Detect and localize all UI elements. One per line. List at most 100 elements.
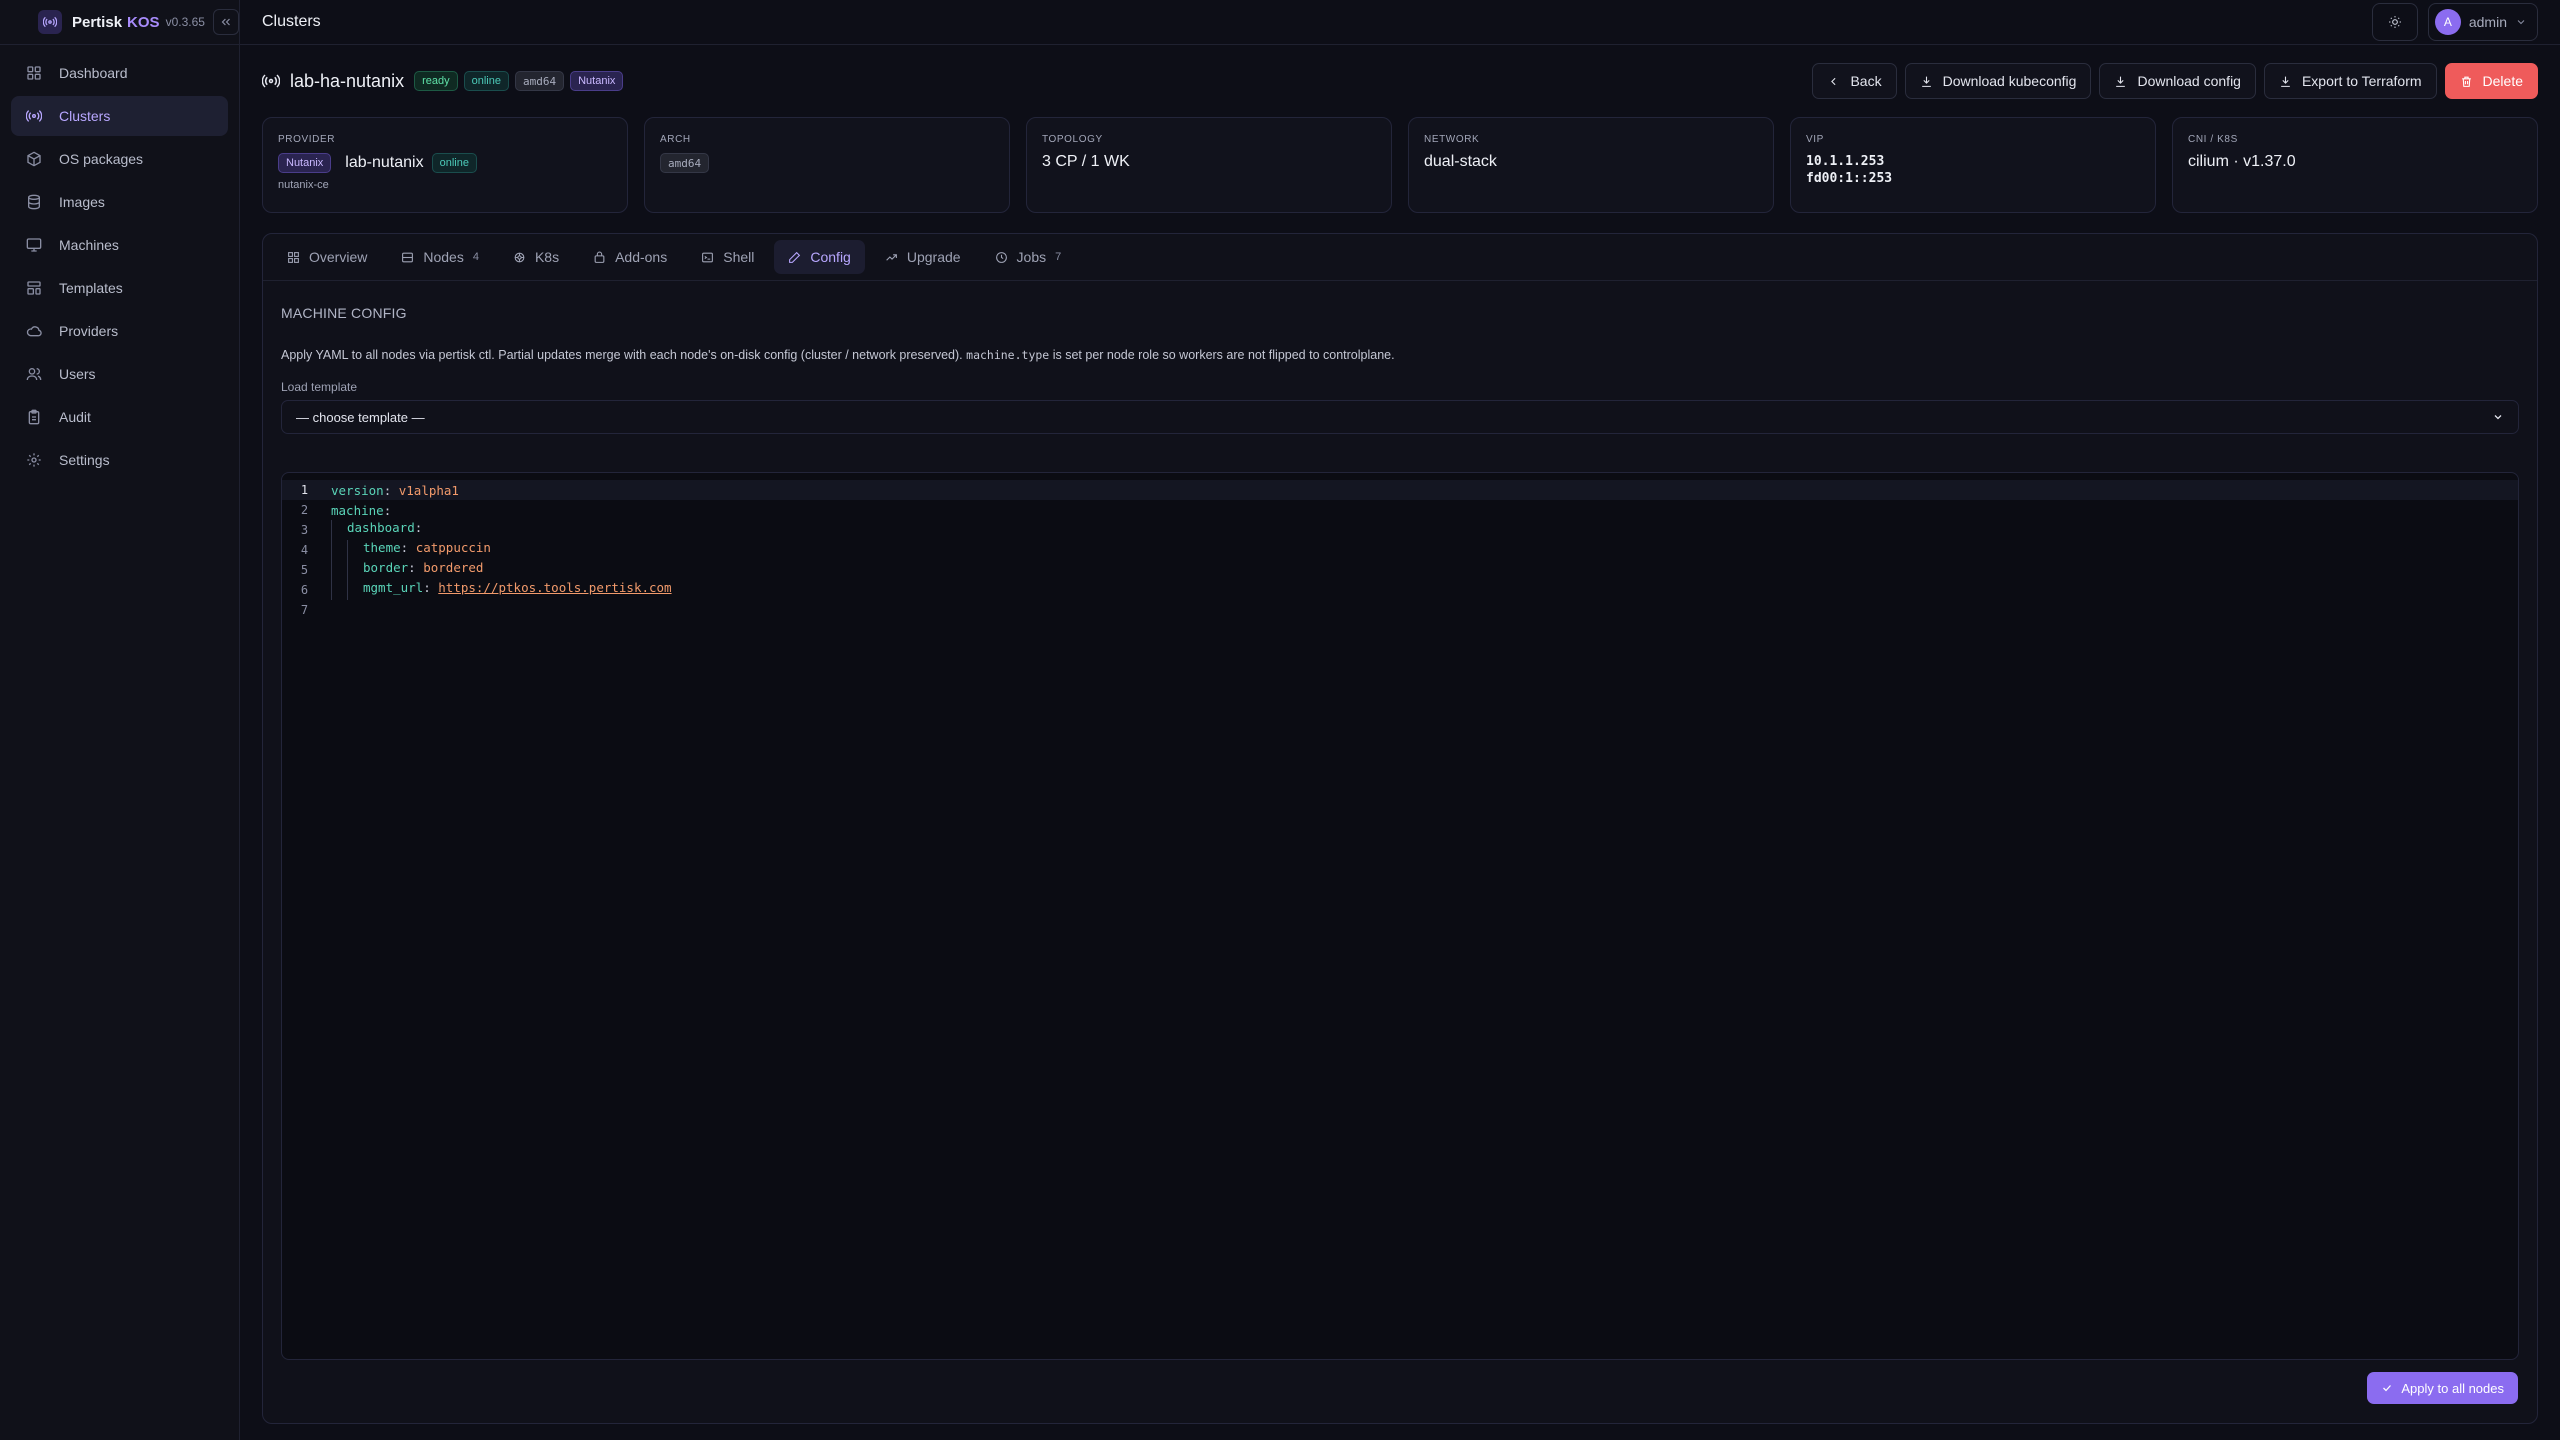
provider-sub: nutanix-ce: [278, 179, 329, 191]
database-icon: [25, 193, 43, 211]
tab-jobs[interactable]: Jobs 7: [981, 240, 1076, 274]
sidebar-item-dashboard[interactable]: Dashboard: [11, 53, 228, 93]
tab-label: Upgrade: [906, 249, 961, 265]
arch-card: ARCH amd64: [644, 117, 1010, 213]
back-label: Back: [1850, 73, 1882, 89]
topology-card: TOPOLOGY 3 CP / 1 WK: [1026, 117, 1392, 213]
yaml-key: dashboard: [347, 520, 415, 535]
sidebar-item-label: Dashboard: [59, 65, 128, 81]
sidebar-item-machines[interactable]: Machines: [11, 225, 228, 265]
download-config-button[interactable]: Download config: [2099, 63, 2256, 99]
cluster-header: lab-ha-nutanix ready online amd64 Nutani…: [262, 45, 2538, 117]
download-icon: [2281, 76, 2290, 87]
provider-label: PROVIDER: [278, 134, 336, 145]
clock-icon: [995, 251, 1007, 263]
config-description: Apply YAML to all nodes via pertisk ctl.…: [281, 348, 2519, 362]
server-icon: [402, 252, 414, 262]
line-number: 1: [300, 483, 309, 497]
collapse-sidebar-button[interactable]: [212, 9, 239, 35]
code-line: 1 version: v1alpha1: [282, 480, 2518, 500]
cni-label: CNI / K8S: [2188, 134, 2238, 145]
tab-label: Add-ons: [615, 249, 668, 265]
package-icon: [25, 150, 43, 168]
template-icon: [25, 279, 43, 297]
user-menu-button[interactable]: A admin: [2427, 3, 2538, 41]
line-number: 6: [300, 583, 309, 597]
template-select-value: — choose template —: [296, 409, 425, 425]
export-terraform-button[interactable]: Export to Terraform: [2263, 63, 2437, 99]
logo-icon: [38, 10, 62, 34]
vip-ipv6: fd00:1::253: [1806, 171, 1893, 186]
sidebar-item-settings[interactable]: Settings: [11, 440, 228, 480]
tab-add-ons[interactable]: Add-ons: [579, 240, 681, 274]
code-line: 4 theme: catppuccin: [282, 540, 2518, 560]
trend-icon: [886, 253, 897, 261]
cluster-actions: Back Download kubeconfig Download config…: [1812, 63, 2538, 99]
template-select[interactable]: — choose template —: [281, 400, 2519, 434]
terminal-icon: [702, 252, 714, 262]
download-icon: [2116, 76, 2126, 87]
arch-value: amd64: [660, 153, 710, 173]
cluster-name: lab-ha-nutanix: [290, 70, 405, 91]
sidebar-item-users[interactable]: Users: [11, 354, 228, 394]
cloud-icon: [25, 322, 43, 340]
sidebar-item-clusters[interactable]: Clusters: [11, 96, 228, 136]
desc-code: machine.type: [966, 348, 1050, 362]
cni-value: cilium · v1.37.0: [2188, 153, 2296, 170]
yaml-value: v1alpha1: [398, 482, 459, 498]
tab-shell[interactable]: Shell: [687, 240, 768, 274]
delete-label: Delete: [2482, 73, 2523, 89]
vip-ipv4: 10.1.1.253: [1806, 154, 1885, 169]
tab-k8s[interactable]: K8s: [499, 240, 573, 274]
avatar: A: [2434, 9, 2461, 35]
cluster-info-cards: PROVIDER Nutanix lab-nutanix online nuta…: [262, 117, 2538, 213]
grid-icon: [288, 251, 299, 263]
sidebar-item-os-packages[interactable]: OS packages: [11, 139, 228, 179]
sidebar-item-templates[interactable]: Templates: [11, 268, 228, 308]
download-kubeconfig-label: Download kubeconfig: [1942, 73, 2077, 89]
sidebar-item-providers[interactable]: Providers: [11, 311, 228, 351]
yaml-key: machine: [331, 502, 384, 518]
tab-count: 7: [1055, 251, 1062, 263]
sidebar-item-label: Templates: [59, 280, 123, 296]
line-number: 2: [300, 503, 309, 517]
back-button[interactable]: Back: [1812, 63, 1897, 99]
tab-config[interactable]: Config: [774, 240, 865, 274]
chevron-left-icon: [1831, 77, 1836, 85]
tab-label: K8s: [534, 249, 560, 265]
network-card: NETWORK dual-stack: [1408, 117, 1774, 213]
user-name: admin: [2468, 14, 2507, 30]
status-badge: ready: [414, 71, 458, 91]
app-version: v0.3.65: [165, 15, 205, 29]
tab-overview[interactable]: Overview: [273, 240, 381, 274]
network-label: NETWORK: [1424, 134, 1480, 145]
theme-toggle-button[interactable]: [2371, 3, 2418, 41]
gear-icon: [25, 451, 43, 469]
download-kubeconfig-button[interactable]: Download kubeconfig: [1904, 63, 2092, 99]
sidebar-item-label: Users: [59, 366, 96, 382]
provider-type-badge: Nutanix: [278, 153, 332, 173]
template-label: Load template: [281, 380, 358, 394]
chevron-down-icon: [2494, 415, 2502, 420]
delete-button[interactable]: Delete: [2444, 63, 2538, 99]
yaml-url-value[interactable]: https://ptkos.tools.pertisk.com: [438, 580, 671, 600]
cni-card: CNI / K8S cilium · v1.37.0: [2172, 117, 2538, 213]
tab-label: Overview: [309, 249, 368, 265]
apply-to-all-nodes-button[interactable]: Apply to all nodes: [2367, 1372, 2518, 1404]
sidebar-item-images[interactable]: Images: [11, 182, 228, 222]
code-line: 5 border: bordered: [282, 560, 2518, 580]
sidebar-item-label: Settings: [59, 452, 110, 468]
cluster-icon: [25, 107, 43, 125]
section-title: MACHINE CONFIG: [281, 305, 407, 321]
yaml-value: bordered: [423, 560, 484, 575]
tab-upgrade[interactable]: Upgrade: [871, 240, 975, 274]
code-line: 2 machine:: [282, 500, 2518, 520]
chevron-down-icon: [2517, 20, 2525, 25]
line-number: 4: [300, 543, 309, 557]
sidebar-item-audit[interactable]: Audit: [11, 397, 228, 437]
arch-label: ARCH: [660, 134, 691, 145]
tab-nodes[interactable]: Nodes 4: [387, 240, 493, 274]
main-content: lab-ha-nutanix ready online amd64 Nutani…: [262, 45, 2538, 1424]
provider-badge: Nutanix: [570, 71, 624, 91]
yaml-editor[interactable]: 1 version: v1alpha1 2 machine: 3 dashboa…: [281, 472, 2519, 1360]
